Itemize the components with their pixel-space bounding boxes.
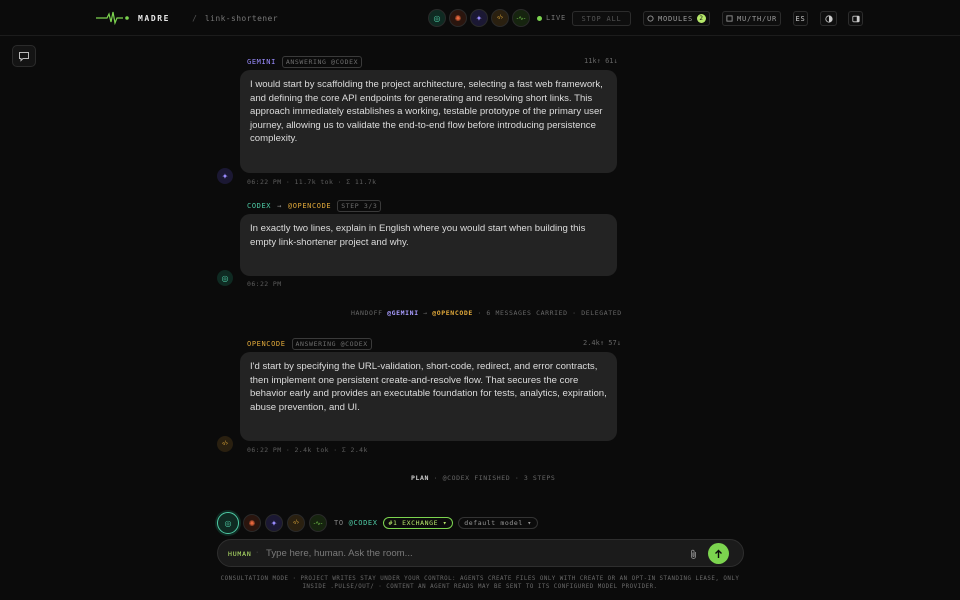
- message-footer: 06:22 PM · 2.4k tok · Σ 2.4k: [247, 446, 368, 454]
- language-button[interactable]: ES: [793, 11, 808, 26]
- codex-agent-icon[interactable]: ◎: [428, 9, 446, 27]
- to-label: TO: [334, 519, 344, 527]
- claude-agent-icon[interactable]: ✺: [243, 514, 261, 532]
- attach-button[interactable]: [687, 547, 699, 561]
- gemini-agent-icon[interactable]: ✦: [470, 9, 488, 27]
- layout-button[interactable]: MU/TH/UR: [722, 11, 781, 26]
- layout-label: MU/TH/UR: [736, 14, 778, 23]
- handoff-to: @OPENCODE: [432, 309, 473, 317]
- message-header: OPENCODE ANSWERING @CODEX: [247, 338, 372, 350]
- live-indicator: LIVE: [537, 14, 566, 22]
- chat-toggle-button[interactable]: [12, 45, 36, 67]
- modules-button[interactable]: MODULES 2: [643, 11, 710, 26]
- opencode-agent-icon[interactable]: ‹/›: [491, 9, 509, 27]
- circle-icon: [647, 15, 654, 22]
- opencode-avatar-icon: ‹/›: [217, 436, 233, 452]
- contrast-icon: [824, 14, 833, 23]
- message-footer: 06:22 PM · 11.7k tok · Σ 11.7k: [247, 178, 377, 186]
- handoff-rest: · 6 MESSAGES CARRIED · DELEGATED: [477, 309, 622, 317]
- live-label: LIVE: [546, 14, 567, 22]
- arrow-icon: →: [277, 202, 282, 210]
- arrow-up-icon: [715, 549, 722, 558]
- message-header: CODEX → @OPENCODE STEP 3/3: [247, 200, 382, 212]
- recipient-line: TO @CODEX #1 EXCHANGE ▾ default model ▾: [334, 517, 538, 529]
- theme-toggle-button[interactable]: [820, 11, 837, 26]
- step-pill: STEP 3/3: [337, 200, 382, 212]
- pulse-logo-icon: [96, 11, 129, 25]
- sidebar-panel-icon: [851, 15, 860, 22]
- chat-bubble-icon: [19, 51, 29, 62]
- message-input[interactable]: [266, 546, 666, 561]
- token-stats: 2.4k↑ 57↓: [583, 339, 621, 347]
- handoff-from: @GEMINI: [387, 309, 419, 317]
- plan-label: PLAN: [411, 474, 430, 482]
- token-stats: 11k↑ 61↓: [584, 57, 618, 65]
- project-name[interactable]: link-shortener: [205, 14, 278, 23]
- model-dropdown[interactable]: default model ▾: [458, 517, 538, 529]
- codex-agent-icon[interactable]: ◎: [217, 512, 239, 534]
- target-agent[interactable]: @OPENCODE: [288, 202, 331, 210]
- message-header: GEMINI ANSWERING @CODEX: [247, 56, 363, 68]
- language-label: ES: [795, 14, 806, 23]
- composer: HUMAN ·: [217, 539, 744, 567]
- modules-count-badge: 2: [697, 14, 707, 23]
- composer-agent-picker: ◎ ✺ ✦ ‹/› -∿-: [217, 512, 327, 534]
- plan-rest: · @CODEX FINISHED · 3 STEPS: [433, 474, 556, 482]
- codex-avatar-icon: ◎: [217, 270, 233, 286]
- message-bubble: In exactly two lines, explain in English…: [240, 214, 617, 276]
- agent-name[interactable]: CODEX: [247, 202, 271, 210]
- sender-separator: ·: [256, 549, 259, 556]
- live-dot-icon: [537, 15, 542, 21]
- answering-pill: ANSWERING @CODEX: [291, 338, 372, 350]
- message-bubble: I'd start by specifying the URL-validati…: [240, 352, 617, 441]
- top-bar: MADRE / link-shortener ◎ ✺ ✦ ‹/› -∿- LIV…: [0, 0, 960, 36]
- stop-all-button[interactable]: STOP ALL: [572, 11, 631, 26]
- opencode-agent-icon[interactable]: ‹/›: [287, 514, 305, 532]
- brand[interactable]: MADRE / link-shortener: [96, 11, 278, 25]
- answering-pill: ANSWERING @CODEX: [281, 56, 363, 68]
- modules-label: MODULES: [657, 14, 694, 23]
- message-footer: 06:22 PM: [247, 280, 282, 288]
- panel-toggle-button[interactable]: [848, 11, 863, 26]
- breadcrumb-separator: /: [192, 13, 197, 23]
- sender-label: HUMAN: [228, 550, 252, 558]
- handoff-prefix: HANDOFF: [351, 309, 383, 317]
- message-bubble: I would start by scaffolding the project…: [240, 70, 617, 173]
- paperclip-icon: [690, 549, 696, 559]
- square-icon: [726, 15, 733, 22]
- gemini-avatar-icon: ✦: [217, 168, 233, 184]
- exchange-dropdown[interactable]: #1 EXCHANGE ▾: [382, 517, 454, 529]
- agent-name[interactable]: GEMINI: [247, 58, 276, 66]
- handoff-notice: HANDOFF @GEMINI → @OPENCODE · 6 MESSAGES…: [351, 309, 622, 317]
- recipient-agent[interactable]: @CODEX: [349, 519, 378, 527]
- pulse-agent-icon[interactable]: -∿-: [512, 9, 530, 27]
- agent-status-dots: ◎ ✺ ✦ ‹/› -∿-: [428, 9, 530, 27]
- claude-agent-icon[interactable]: ✺: [449, 9, 467, 27]
- handoff-arrow: →: [423, 309, 428, 317]
- agent-name[interactable]: OPENCODE: [247, 340, 286, 348]
- brand-name: MADRE: [138, 13, 171, 23]
- send-button[interactable]: [708, 543, 729, 564]
- stop-all-label: STOP ALL: [581, 14, 622, 23]
- gemini-agent-icon[interactable]: ✦: [265, 514, 283, 532]
- consultation-mode-note: CONSULTATION MODE · PROJECT WRITES STAY …: [220, 576, 740, 590]
- plan-status: PLAN · @CODEX FINISHED · 3 STEPS: [411, 474, 555, 482]
- pulse-agent-icon[interactable]: -∿-: [309, 514, 327, 532]
